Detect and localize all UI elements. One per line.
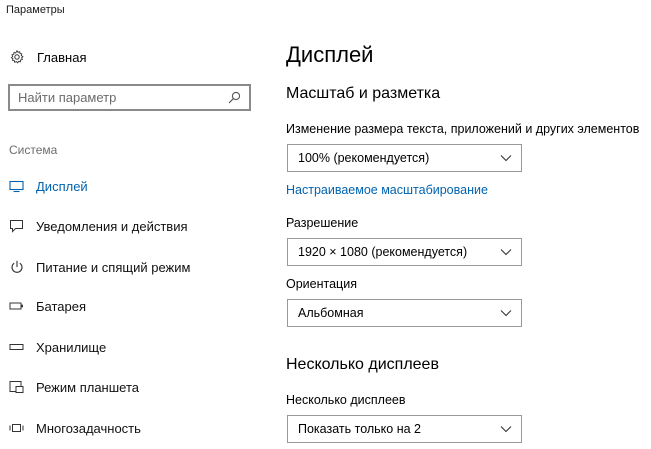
scale-section-heading: Масштаб и разметка [286,85,441,102]
resolution-label: Разрешение [286,216,359,230]
sidebar-item-label: Уведомления и действия [36,218,188,234]
text-size-dropdown[interactable]: 100% (рекомендуется) [287,144,522,172]
search-icon[interactable] [228,91,241,104]
storage-icon [9,340,24,355]
search-box[interactable] [8,84,251,111]
monitor-icon [9,179,24,194]
sidebar-item-notifications[interactable]: Уведомления и действия [9,216,188,236]
sidebar-home[interactable]: Главная [10,48,86,66]
sidebar-section-label: Система [9,143,58,157]
multitasking-icon [9,421,24,436]
multi-display-value: Показать только на 2 [298,422,421,436]
power-icon [9,260,24,275]
sidebar-item-label: Питание и спящий режим [36,259,191,275]
multi-display-dropdown[interactable]: Показать только на 2 [287,415,522,443]
text-size-label: Изменение размера текста, приложений и д… [286,122,640,136]
orientation-label: Ориентация [286,277,357,291]
sidebar-home-label: Главная [37,49,87,65]
gear-icon [10,50,24,64]
sidebar-item-battery[interactable]: Батарея [9,296,86,316]
sidebar-item-label: Батарея [36,298,87,314]
multi-display-section-heading: Несколько дисплеев [286,356,439,373]
resolution-dropdown[interactable]: 1920 × 1080 (рекомендуется) [287,238,522,266]
window-title: Параметры [6,4,65,16]
resolution-value: 1920 × 1080 (рекомендуется) [298,245,468,259]
sidebar-item-label: Дисплей [36,178,88,194]
orientation-value: Альбомная [298,306,364,320]
chevron-down-icon [500,425,512,433]
text-size-value: 100% (рекомендуется) [298,151,430,165]
notifications-icon [9,219,24,234]
sidebar-item-storage[interactable]: Хранилище [9,337,106,357]
sidebar-item-label: Хранилище [36,339,107,355]
page-title: Дисплей [286,42,374,67]
chevron-down-icon [500,309,512,317]
settings-window: Параметры Главная Система Дисплей [0,0,651,449]
sidebar-item-power[interactable]: Питание и спящий режим [9,257,190,277]
sidebar-item-tablet-mode[interactable]: Режим планшета [9,377,139,397]
tablet-mode-icon [9,380,24,395]
battery-icon [9,299,24,314]
orientation-dropdown[interactable]: Альбомная [287,299,522,327]
chevron-down-icon [500,248,512,256]
sidebar-item-display[interactable]: Дисплей [9,176,88,196]
sidebar-item-label: Многозадачность [36,420,141,436]
multi-display-label: Несколько дисплеев [286,393,406,407]
sidebar-item-label: Режим планшета [36,379,139,395]
search-input[interactable] [18,90,228,105]
chevron-down-icon [500,154,512,162]
sidebar-item-multitasking[interactable]: Многозадачность [9,418,141,438]
custom-scaling-link[interactable]: Настраиваемое масштабирование [286,183,488,197]
